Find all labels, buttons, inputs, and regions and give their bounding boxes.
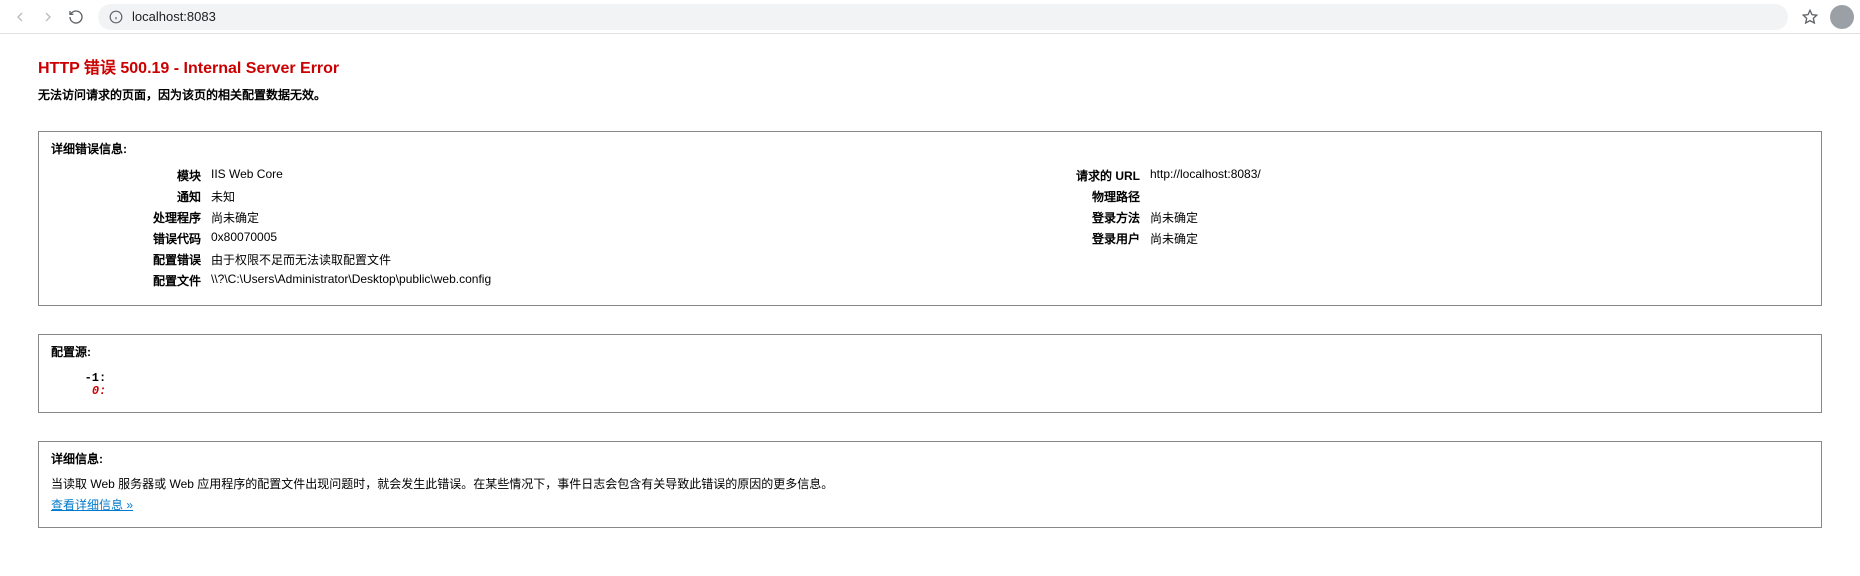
config-source-fieldset: 配置源: -1: 0: <box>38 334 1822 413</box>
detail-value <box>1150 186 1809 207</box>
detail-label: 处理程序 <box>51 207 211 228</box>
config-source-heading: 配置源: <box>51 343 1809 360</box>
table-row: 登录方法尚未确定 <box>950 207 1809 228</box>
star-icon[interactable] <box>1796 3 1824 31</box>
table-row: 物理路径 <box>950 186 1809 207</box>
detail-label: 请求的 URL <box>950 165 1150 186</box>
table-row: 登录用户尚未确定 <box>950 228 1809 249</box>
info-icon <box>108 9 124 25</box>
details-table-right: 请求的 URLhttp://localhost:8083/ 物理路径 登录方法尚… <box>950 165 1809 249</box>
line-neg1: -1: <box>63 371 113 385</box>
address-bar[interactable]: localhost:8083 <box>98 4 1788 30</box>
detail-label: 登录方法 <box>950 207 1150 228</box>
detail-value: IIS Web Core <box>211 165 910 186</box>
error-subtitle: 无法访问请求的页面，因为该页的相关配置数据无效。 <box>38 86 1822 103</box>
detail-value: \\?\C:\Users\Administrator\Desktop\publi… <box>211 270 910 291</box>
more-info-text: 当读取 Web 服务器或 Web 应用程序的配置文件出现问题时，就会发生此错误。… <box>51 475 1809 492</box>
table-row: 模块IIS Web Core <box>51 165 910 186</box>
page-content: HTTP 错误 500.19 - Internal Server Error 无… <box>0 34 1860 576</box>
error-title: HTTP 错误 500.19 - Internal Server Error <box>38 54 1822 78</box>
detail-value: 尚未确定 <box>1150 207 1809 228</box>
url-text: localhost:8083 <box>132 9 216 24</box>
detail-label: 登录用户 <box>950 228 1150 249</box>
table-row: 配置文件\\?\C:\Users\Administrator\Desktop\p… <box>51 270 910 291</box>
table-row: 错误代码0x80070005 <box>51 228 910 249</box>
details-fieldset: 详细错误信息: 模块IIS Web Core 通知未知 处理程序尚未确定 错误代… <box>38 131 1822 306</box>
details-table-left: 模块IIS Web Core 通知未知 处理程序尚未确定 错误代码0x80070… <box>51 165 910 291</box>
reload-button[interactable] <box>62 3 90 31</box>
detail-value: 由于权限不足而无法读取配置文件 <box>211 249 910 270</box>
table-row: 配置错误由于权限不足而无法读取配置文件 <box>51 249 910 270</box>
detail-label: 物理路径 <box>950 186 1150 207</box>
detail-label: 通知 <box>51 186 211 207</box>
more-info-heading: 详细信息: <box>51 450 1809 467</box>
table-row: 通知未知 <box>51 186 910 207</box>
table-row: 处理程序尚未确定 <box>51 207 910 228</box>
detail-label: 错误代码 <box>51 228 211 249</box>
browser-toolbar: localhost:8083 <box>0 0 1860 34</box>
avatar[interactable] <box>1830 5 1854 29</box>
more-info-fieldset: 详细信息: 当读取 Web 服务器或 Web 应用程序的配置文件出现问题时，就会… <box>38 441 1822 528</box>
back-button[interactable] <box>6 3 34 31</box>
detail-label: 配置文件 <box>51 270 211 291</box>
detail-label: 配置错误 <box>51 249 211 270</box>
detail-value: 尚未确定 <box>1150 228 1809 249</box>
line-0: 0: <box>63 384 113 398</box>
detail-label: 模块 <box>51 165 211 186</box>
details-heading: 详细错误信息: <box>51 140 1809 157</box>
detail-value: 尚未确定 <box>211 207 910 228</box>
detail-value: 未知 <box>211 186 910 207</box>
config-source-lines: -1: 0: <box>63 372 1809 398</box>
detail-value: 0x80070005 <box>211 228 910 249</box>
detail-value: http://localhost:8083/ <box>1150 165 1809 186</box>
table-row: 请求的 URLhttp://localhost:8083/ <box>950 165 1809 186</box>
forward-button[interactable] <box>34 3 62 31</box>
more-info-link[interactable]: 查看详细信息 » <box>51 498 133 512</box>
